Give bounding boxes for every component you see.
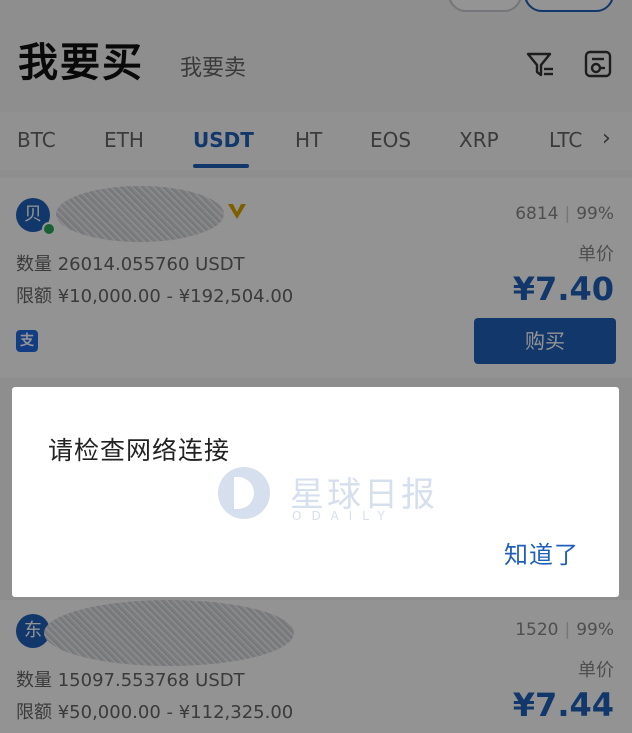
watermark: 星球日报 ODAILY bbox=[218, 467, 438, 523]
network-error-dialog: 请检查网络连接 星球日报 ODAILY 知道了 bbox=[12, 387, 619, 597]
dialog-message: 请检查网络连接 bbox=[48, 436, 231, 465]
watermark-logo-icon bbox=[218, 467, 270, 519]
watermark-subtext: ODAILY bbox=[292, 509, 395, 523]
modal-overlay[interactable] bbox=[0, 0, 632, 733]
dialog-confirm-button[interactable]: 知道了 bbox=[504, 535, 579, 570]
